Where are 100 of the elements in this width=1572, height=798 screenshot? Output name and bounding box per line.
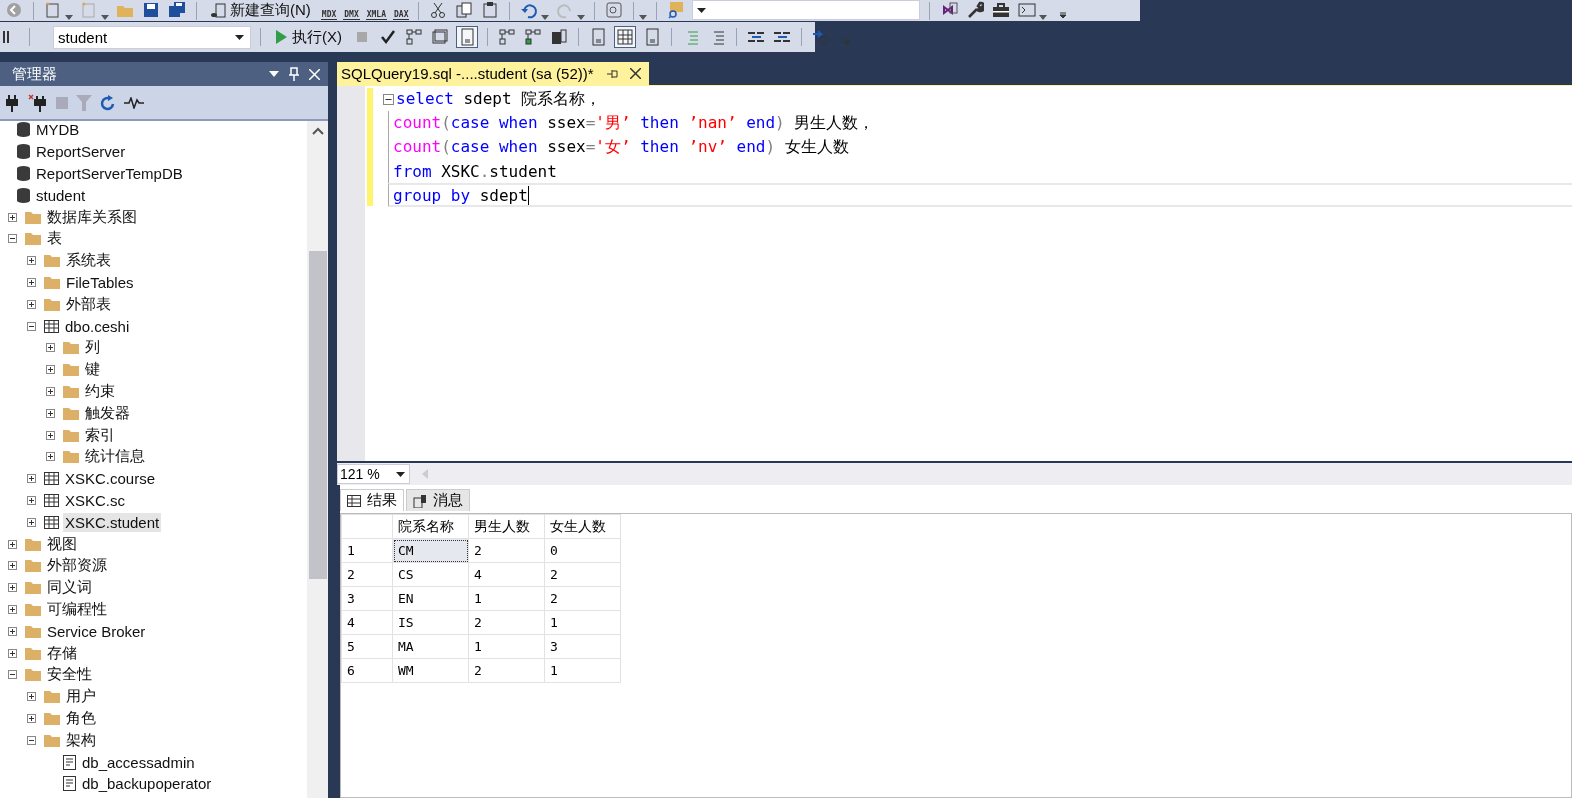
collapse-icon[interactable] [27, 321, 36, 331]
results-tab[interactable]: 消息 [406, 489, 470, 511]
tree-item[interactable]: 外部资源 [45, 555, 109, 577]
tree-item[interactable]: 数据库关系图 [45, 206, 139, 228]
expand-icon[interactable] [46, 430, 55, 440]
table-cell[interactable]: 1 [544, 610, 621, 635]
table-cell[interactable]: MA [392, 634, 469, 659]
tree-item[interactable]: FileTables [64, 272, 136, 292]
table-cell[interactable]: 1 [544, 658, 621, 683]
tree-item[interactable]: 存储 [45, 642, 79, 664]
tree-item[interactable]: db_accessadmin [80, 752, 197, 772]
table-cell[interactable]: 2 [544, 586, 621, 611]
table-cell[interactable]: 1 [468, 586, 545, 611]
expand-icon[interactable] [8, 626, 17, 636]
expand-icon[interactable] [46, 452, 55, 462]
query-type-button[interactable]: XMLA [365, 10, 387, 20]
table-cell[interactable]: CS [392, 562, 469, 587]
query-type-button[interactable]: MDX [320, 10, 338, 20]
collapse-icon[interactable] [8, 670, 17, 680]
pin-icon[interactable] [605, 68, 618, 79]
zoom-combo[interactable]: 121 % [337, 464, 410, 484]
tree-item[interactable]: XSKC.course [63, 469, 158, 489]
expand-icon[interactable] [27, 495, 36, 505]
table-cell[interactable]: 1 [468, 634, 545, 659]
dropdown-icon[interactable] [269, 71, 279, 77]
tree-item[interactable]: 系统表 [64, 250, 113, 272]
disconnect-icon[interactable] [28, 93, 48, 112]
column-header[interactable]: 男生人数 [468, 514, 545, 539]
caret-icon[interactable] [101, 15, 109, 20]
editor-tab[interactable]: SQLQuery19.sql -....student (sa (52))* [337, 62, 649, 85]
caret-icon[interactable] [639, 15, 648, 20]
tree-item[interactable]: 架构 [64, 729, 98, 751]
expand-icon[interactable] [27, 277, 36, 287]
activity-icon[interactable] [124, 96, 144, 109]
expand-icon[interactable] [46, 386, 55, 396]
caret-icon[interactable] [577, 15, 586, 20]
scroll-up-icon[interactable] [311, 127, 324, 135]
expand-icon[interactable] [27, 256, 36, 266]
tree-item[interactable]: 表 [45, 228, 64, 250]
refresh-icon[interactable] [100, 93, 116, 112]
tree-item[interactable]: XSKC.sc [63, 490, 127, 510]
execute-button[interactable]: 执行(X) [270, 27, 346, 47]
close-icon[interactable] [629, 68, 641, 79]
table-cell[interactable]: 3 [544, 634, 621, 659]
table-cell[interactable]: 0 [544, 538, 621, 563]
collapse-icon[interactable] [8, 234, 17, 244]
expand-icon[interactable] [8, 604, 17, 614]
tree-item[interactable]: 触发器 [83, 402, 132, 424]
table-cell[interactable]: IS [392, 610, 469, 635]
new-query-button[interactable]: 新建查询(N) [206, 1, 315, 20]
plan-icon[interactable] [404, 27, 424, 47]
expand-icon[interactable] [46, 408, 55, 418]
expand-icon[interactable] [46, 365, 55, 375]
toolbox-icon[interactable] [991, 0, 1012, 20]
caret-icon[interactable] [541, 15, 550, 20]
tree-item[interactable]: Service Broker [45, 621, 148, 641]
expand-icon[interactable] [8, 648, 17, 658]
tree-item[interactable]: 统计信息 [83, 446, 147, 468]
tree-item[interactable]: 角色 [64, 707, 98, 729]
expand-icon[interactable] [27, 692, 36, 702]
expand-icon[interactable] [8, 212, 17, 222]
query-check-icon[interactable] [523, 27, 543, 47]
expand-icon[interactable] [8, 583, 17, 593]
collapse-icon[interactable] [383, 93, 394, 105]
report-icon[interactable] [604, 0, 625, 20]
dropdown-icon[interactable] [697, 7, 707, 13]
table-cell[interactable]: 4 [468, 562, 545, 587]
expand-icon[interactable] [27, 299, 36, 309]
table-cell[interactable]: WM [392, 658, 469, 683]
tree-item[interactable]: ReportServer [34, 142, 128, 162]
tree-item[interactable]: dbo.ceshi [63, 316, 132, 336]
tree-item[interactable]: 用户 [64, 686, 98, 708]
table-cell[interactable]: EN [392, 586, 469, 611]
column-header[interactable]: 院系名称 [392, 514, 469, 539]
console-icon[interactable] [1017, 0, 1038, 20]
query-icon[interactable] [497, 27, 517, 47]
tree-item[interactable]: 安全性 [45, 664, 94, 686]
dropdown-icon[interactable] [396, 471, 405, 477]
column-header[interactable]: 女生人数 [544, 514, 621, 539]
expand-icon[interactable] [8, 561, 17, 571]
query-type-button[interactable]: DAX [393, 10, 410, 20]
database-combo[interactable]: student [53, 25, 251, 49]
stats-icon[interactable] [549, 27, 569, 47]
table-cell[interactable]: 2 [468, 610, 545, 635]
table-cell[interactable]: 2 [544, 562, 621, 587]
tree-item[interactable]: MYDB [34, 120, 82, 140]
results-tab[interactable]: 结果 [340, 489, 404, 511]
expand-icon[interactable] [46, 343, 55, 353]
tree-item[interactable]: 约束 [83, 380, 117, 402]
tree-item[interactable]: 外部表 [64, 293, 113, 315]
tree-item[interactable]: 索引 [83, 424, 117, 446]
save-all-icon[interactable] [167, 0, 187, 20]
expand-icon[interactable] [27, 713, 36, 723]
template-icon[interactable] [811, 27, 831, 47]
copy-icon[interactable] [454, 0, 475, 20]
caret-icon[interactable] [65, 15, 73, 20]
tree-item[interactable]: 视图 [45, 533, 79, 555]
page-icon[interactable] [456, 26, 478, 48]
table-cell[interactable]: 2 [468, 538, 545, 563]
plug-icon[interactable] [4, 93, 20, 112]
